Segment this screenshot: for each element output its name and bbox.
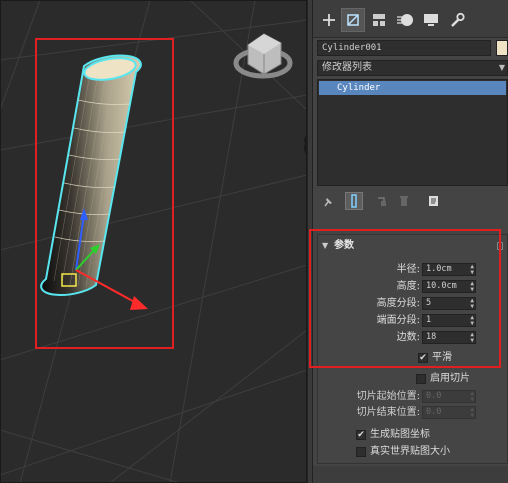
configure-sets-icon[interactable]: [425, 192, 443, 210]
slice-from-label: 切片起始位置:: [356, 391, 420, 402]
pin-stack-icon[interactable]: [319, 192, 337, 210]
slice-from-value: 0.0: [426, 391, 442, 401]
height-value: 10.0cm: [426, 281, 457, 291]
stack-item-cylinder[interactable]: Cylinder: [319, 81, 506, 95]
display-icon[interactable]: [419, 8, 443, 32]
command-panel: Cylinder001 修改器列表 ▼ Cylinder ▼ 参数 半径: 1.…: [313, 0, 508, 483]
gen-mapping-checkbox[interactable]: ✔: [356, 430, 366, 440]
slice-to-label: 切片结束位置:: [356, 407, 420, 418]
panel-scroll-grip[interactable]: [409, 229, 423, 232]
cap-segments-value: 1: [426, 315, 432, 325]
gen-mapping-label: 生成贴图坐标: [370, 429, 430, 440]
rollout-title: 参数: [334, 240, 354, 251]
create-icon[interactable]: [317, 8, 341, 32]
smooth-checkbox[interactable]: ✔: [418, 353, 428, 363]
height-row: 高度: 10.0cm ▲ ▼: [318, 280, 507, 294]
spinner-arrows-icon[interactable]: ▲ ▼: [470, 407, 474, 419]
smooth-row: ✔ 平滑: [418, 351, 498, 365]
motion-icon[interactable]: [393, 8, 417, 32]
modifier-stack[interactable]: Cylinder: [317, 79, 508, 186]
slice-on-row: 启用切片: [416, 372, 506, 386]
slice-to-spinner[interactable]: 0.0 ▲ ▼: [422, 406, 476, 419]
object-name-field[interactable]: Cylinder001: [317, 40, 491, 56]
command-panel-tabs: [313, 0, 508, 38]
smooth-label: 平滑: [432, 352, 452, 363]
cylinder-object: [40, 54, 142, 297]
real-world-row: 真实世界贴图大小: [356, 445, 496, 459]
collapse-triangle-icon: ▼: [322, 241, 329, 250]
hierarchy-icon[interactable]: [367, 8, 391, 32]
slice-to-row: 切片结束位置: 0.0 ▲ ▼: [318, 406, 507, 420]
spinner-arrows-icon[interactable]: ▲ ▼: [470, 281, 474, 293]
chevron-down-icon: ▼: [498, 63, 505, 72]
slice-on-label: 启用切片: [430, 373, 470, 384]
object-color-swatch[interactable]: [496, 40, 508, 56]
height-segments-row: 高度分段: 5 ▲ ▼: [318, 297, 507, 311]
sides-label: 边数:: [396, 332, 420, 343]
scene-canvas[interactable]: [0, 0, 307, 483]
radius-row: 半径: 1.0cm ▲ ▼: [318, 263, 507, 277]
sides-row: 边数: 18 ▲ ▼: [318, 331, 507, 345]
cap-segments-spinner[interactable]: 1 ▲ ▼: [422, 314, 476, 327]
height-segments-label: 高度分段:: [376, 298, 420, 309]
parameters-rollout-header[interactable]: ▼ 参数: [318, 239, 507, 253]
stack-toolbar: [317, 190, 508, 212]
parameters-rollout: ▼ 参数 半径: 1.0cm ▲ ▼ 高度: 10.0cm ▲ ▼ 高度分段: 5 …: [317, 234, 508, 464]
modifier-list-dropdown[interactable]: 修改器列表 ▼: [317, 60, 508, 76]
make-unique-icon[interactable]: [373, 192, 391, 210]
height-spinner[interactable]: 10.0cm ▲ ▼: [422, 280, 476, 293]
spinner-arrows-icon[interactable]: ▲ ▼: [470, 298, 474, 310]
modifier-list-label: 修改器列表: [322, 62, 372, 73]
height-label: 高度:: [396, 281, 420, 292]
show-end-result-icon[interactable]: [345, 192, 363, 210]
slice-from-row: 切片起始位置: 0.0 ▲ ▼: [318, 390, 507, 404]
spinner-arrows-icon[interactable]: ▲ ▼: [470, 391, 474, 403]
slice-on-checkbox[interactable]: [416, 374, 426, 384]
modify-icon[interactable]: [341, 8, 365, 32]
spinner-arrows-icon[interactable]: ▲ ▼: [470, 315, 474, 327]
radius-label: 半径:: [396, 264, 420, 275]
real-world-checkbox[interactable]: [356, 447, 366, 457]
cap-segments-row: 端面分段: 1 ▲ ▼: [318, 314, 507, 328]
spinner-arrows-icon[interactable]: ▲ ▼: [470, 264, 474, 276]
spinner-arrows-icon[interactable]: ▲ ▼: [470, 332, 474, 344]
radius-value: 1.0cm: [426, 264, 452, 274]
rollout-pin-icon[interactable]: [497, 242, 503, 250]
sides-value: 18: [426, 332, 437, 342]
height-segments-value: 5: [426, 298, 432, 308]
slice-from-spinner[interactable]: 0.0 ▲ ▼: [422, 390, 476, 403]
view-cube-icon[interactable]: [233, 33, 293, 79]
height-segments-spinner[interactable]: 5 ▲ ▼: [422, 297, 476, 310]
gen-mapping-row: ✔ 生成贴图坐标: [356, 428, 496, 442]
sides-spinner[interactable]: 18 ▲ ▼: [422, 331, 476, 344]
cap-segments-label: 端面分段:: [376, 315, 420, 326]
real-world-label: 真实世界贴图大小: [370, 446, 450, 457]
remove-modifier-icon[interactable]: [395, 192, 413, 210]
utilities-icon[interactable]: [445, 8, 469, 32]
panel-footer: [313, 466, 508, 483]
slice-to-value: 0.0: [426, 407, 442, 417]
radius-spinner[interactable]: 1.0cm ▲ ▼: [422, 263, 476, 276]
perspective-viewport[interactable]: [0, 0, 307, 483]
